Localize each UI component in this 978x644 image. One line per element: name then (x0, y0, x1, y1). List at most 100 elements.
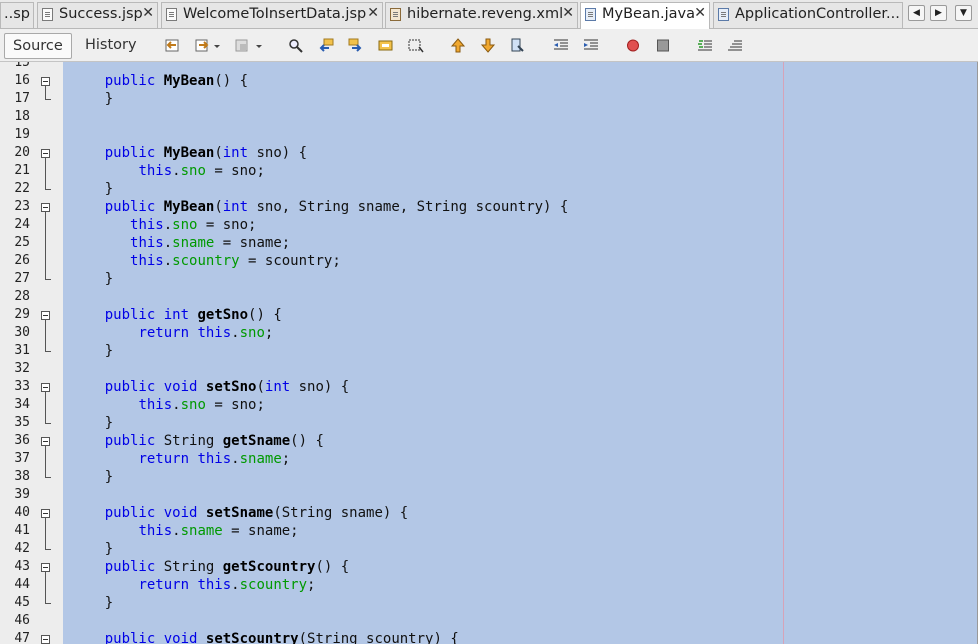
fold-toggle-icon[interactable] (41, 437, 50, 446)
last-edit-icon[interactable] (235, 38, 251, 53)
code-text: () { (315, 559, 350, 575)
code-line[interactable]: } (71, 180, 113, 198)
tab-mybean-java[interactable]: MyBean.java ✕ (580, 2, 710, 29)
fold-toggle-icon[interactable] (41, 563, 50, 572)
scroll-tabs-right-button[interactable]: ▶ (930, 5, 947, 21)
fold-guide-line (45, 446, 46, 477)
line-number: 26 (14, 253, 30, 268)
code-field: sno (180, 163, 206, 179)
tab-jsp-partial[interactable]: ..sp (0, 2, 34, 28)
code-field: sname (180, 523, 223, 539)
java-file-icon (718, 8, 729, 21)
shift-right-icon[interactable] (583, 38, 599, 53)
code-line[interactable]: this.sno = sno; (71, 396, 264, 414)
code-line[interactable]: } (71, 468, 113, 486)
code-line[interactable]: return this.sno; (71, 324, 273, 342)
source-tab-button[interactable]: Source (4, 33, 72, 59)
toggle-rect-selection-icon[interactable] (408, 38, 424, 53)
code-line[interactable]: public String getSname() { (71, 432, 324, 450)
code-line[interactable]: this.sno = sno; (71, 162, 264, 180)
code-line[interactable]: public void setScountry(String scountry)… (71, 630, 459, 644)
next-bookmark-icon[interactable] (480, 38, 496, 53)
fold-toggle-icon[interactable] (41, 635, 50, 644)
code-line[interactable]: } (71, 594, 113, 612)
code-line[interactable]: public String getScountry() { (71, 558, 349, 576)
close-icon[interactable]: ✕ (367, 5, 379, 21)
tab-hibernate-reveng-xml[interactable]: hibernate.reveng.xml ✕ (385, 2, 578, 28)
code-line[interactable]: public int getSno() { (71, 306, 282, 324)
forward-icon[interactable] (195, 38, 211, 53)
fold-toggle-icon[interactable] (41, 77, 50, 86)
close-icon[interactable]: ✕ (142, 5, 154, 21)
code-line[interactable]: } (71, 270, 113, 288)
code-line[interactable]: public void setSname(String sname) { (71, 504, 408, 522)
tab-list-button[interactable]: ▼ (955, 5, 972, 21)
code-text: . (231, 577, 240, 593)
history-tab-button[interactable]: History (77, 33, 145, 59)
shift-left-icon[interactable] (553, 38, 569, 53)
code-keyword: return (138, 325, 190, 341)
line-number: 46 (14, 613, 30, 628)
code-line[interactable]: this.sno = sno; (71, 216, 256, 234)
start-macro-icon[interactable] (625, 38, 641, 53)
code-text: ; (307, 577, 316, 593)
toggle-bookmark-icon[interactable] (510, 38, 526, 53)
editor-toolbar: Source History (0, 29, 978, 62)
close-icon[interactable]: ✕ (694, 5, 706, 21)
fold-toggle-icon[interactable] (41, 311, 50, 320)
fold-toggle-icon[interactable] (41, 509, 50, 518)
code-line[interactable]: } (71, 90, 113, 108)
toggle-highlight-icon[interactable] (378, 38, 394, 53)
find-prev-icon[interactable] (318, 38, 334, 53)
tab-welcome-jsp[interactable]: WelcomeToInsertData.jsp ✕ (161, 2, 383, 28)
chevron-down-icon[interactable] (212, 38, 222, 53)
code-line[interactable]: public MyBean() { (71, 72, 248, 90)
code-line[interactable]: return this.sname; (71, 450, 290, 468)
line-number: 38 (14, 469, 30, 484)
close-icon[interactable]: ✕ (562, 5, 574, 21)
code-method-name: getSname (222, 433, 291, 449)
tab-application-controller[interactable]: ApplicationController... (713, 2, 903, 28)
fold-toggle-icon[interactable] (41, 149, 50, 158)
code-editor[interactable]: public MyBean() { } public MyBean(int sn… (63, 62, 977, 644)
line-number-gutter[interactable]: 15 16 17 18 19 20 21 22 23 24 25 26 27 28 29 30 31 32 33 34… (0, 62, 63, 644)
code-line[interactable]: public MyBean(int sno) { (71, 144, 307, 162)
code-line[interactable]: public MyBean(int sno, String sname, Str… (71, 198, 569, 216)
code-line[interactable]: return this.scountry; (71, 576, 315, 594)
code-keyword: public (104, 505, 156, 521)
code-line[interactable]: } (71, 342, 113, 360)
back-icon[interactable] (165, 38, 181, 53)
tab-success-jsp[interactable]: Success.jsp ✕ (37, 2, 158, 28)
code-text: } (71, 271, 114, 287)
code-text: . (231, 451, 240, 467)
find-icon[interactable] (288, 38, 304, 53)
stop-macro-icon[interactable] (655, 38, 671, 53)
find-next-icon[interactable] (348, 38, 364, 53)
code-line[interactable]: } (71, 540, 113, 558)
uncomment-icon[interactable] (727, 38, 743, 53)
code-line[interactable]: this.scountry = scountry; (71, 252, 341, 270)
code-keyword: public (104, 559, 156, 575)
chevron-down-icon[interactable] (254, 38, 264, 53)
code-field: sno (180, 397, 206, 413)
code-line[interactable]: this.sname = sname; (71, 522, 298, 540)
fold-toggle-icon[interactable] (41, 203, 50, 212)
scroll-tabs-left-button[interactable]: ◀ (908, 5, 925, 21)
code-keyword: this (138, 163, 173, 179)
code-line[interactable]: } (71, 414, 113, 432)
code-text: String (155, 559, 223, 575)
code-line[interactable]: public void setSno(int sno) { (71, 378, 350, 396)
prev-bookmark-icon[interactable] (450, 38, 466, 53)
fold-end-marker (45, 477, 51, 478)
fold-toggle-icon[interactable] (41, 383, 50, 392)
code-line[interactable]: this.sname = sname; (71, 234, 290, 252)
comment-icon[interactable] (697, 38, 713, 53)
